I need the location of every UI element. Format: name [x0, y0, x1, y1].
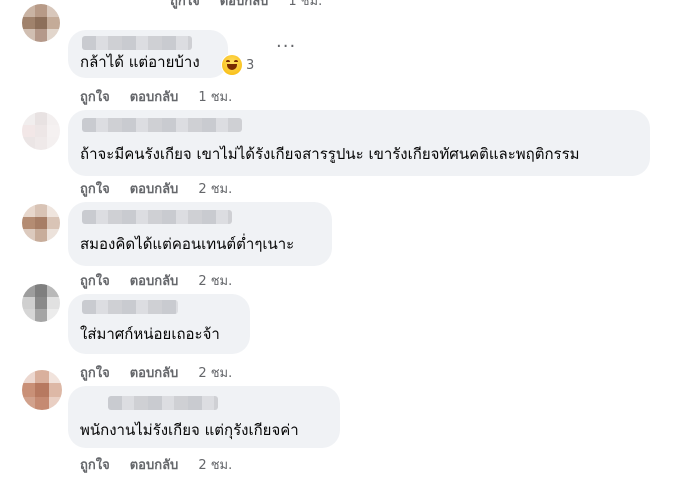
comment-bubble: กล้าได้ แต่อายบ้าง — [68, 30, 228, 78]
author-name-blurred[interactable] — [108, 396, 218, 410]
like-link[interactable]: ถูกใจ — [170, 0, 200, 9]
comment-text: พนักงานไม่รังเกียจ แต่กุรังเกียจค่า — [80, 421, 299, 439]
comment-text: ใส่มาศก์หน่อยเถอะจ้า — [80, 325, 220, 343]
reaction-summary[interactable]: 3 — [222, 55, 254, 75]
timestamp[interactable]: 2 ชม. — [198, 458, 232, 473]
timestamp[interactable]: 1 ชม. — [288, 0, 322, 9]
reply-link[interactable]: ตอบกลับ — [220, 0, 269, 9]
comment-actions-partial: ถูกใจ ตอบกลับ 1 ชม. — [170, 0, 342, 11]
reaction-count: 3 — [246, 57, 255, 73]
author-name-blurred[interactable] — [82, 36, 192, 50]
comment-bubble: ถ้าจะมีคนรังเกียจ เขาไม่ได้รังเกียจสารรู… — [68, 110, 650, 176]
timestamp[interactable]: 1 ชม. — [198, 90, 232, 105]
comment-bubble: ใส่มาศก์หน่อยเถอะจ้า — [68, 294, 250, 354]
comment-bubble: พนักงานไม่รังเกียจ แต่กุรังเกียจค่า — [68, 386, 340, 448]
author-name-blurred[interactable] — [82, 300, 178, 314]
laughing-emoji-icon — [222, 55, 242, 75]
timestamp[interactable]: 2 ชม. — [198, 182, 232, 197]
avatar[interactable] — [22, 204, 60, 242]
like-link[interactable]: ถูกใจ — [80, 366, 110, 381]
timestamp[interactable]: 2 ชม. — [198, 274, 232, 289]
avatar[interactable] — [22, 4, 60, 42]
comment-text: ถ้าจะมีคนรังเกียจ เขาไม่ได้รังเกียจสารรู… — [80, 145, 580, 163]
comment-actions: ถูกใจ ตอบกลับ 2 ชม. — [80, 178, 252, 199]
comment-actions: ถูกใจ ตอบกลับ 1 ชม. — [80, 86, 252, 107]
avatar[interactable] — [22, 112, 60, 150]
reply-link[interactable]: ตอบกลับ — [130, 458, 179, 473]
reply-link[interactable]: ตอบกลับ — [130, 366, 179, 381]
author-name-blurred[interactable] — [82, 210, 232, 224]
comment-actions: ถูกใจ ตอบกลับ 2 ชม. — [80, 454, 252, 475]
reply-link[interactable]: ตอบกลับ — [130, 182, 179, 197]
avatar[interactable] — [22, 284, 60, 322]
avatar[interactable] — [22, 370, 62, 410]
comment-text: สมองคิดได้แต่คอนเทนต์ต่ำๆเนาะ — [80, 235, 295, 253]
comment-thread: { "top_partial": {"like": "ถูกใจ", "repl… — [0, 0, 676, 479]
reply-link[interactable]: ตอบกลับ — [130, 274, 179, 289]
more-horizontal-icon[interactable]: ··· — [276, 36, 296, 57]
like-link[interactable]: ถูกใจ — [80, 458, 110, 473]
comment-bubble: สมองคิดได้แต่คอนเทนต์ต่ำๆเนาะ — [68, 202, 332, 266]
like-link[interactable]: ถูกใจ — [80, 90, 110, 105]
author-name-blurred[interactable] — [82, 118, 242, 132]
timestamp[interactable]: 2 ชม. — [198, 366, 232, 381]
like-link[interactable]: ถูกใจ — [80, 274, 110, 289]
comment-text: กล้าได้ แต่อายบ้าง — [80, 53, 200, 71]
reply-link[interactable]: ตอบกลับ — [130, 90, 179, 105]
comment-actions: ถูกใจ ตอบกลับ 2 ชม. — [80, 362, 252, 383]
comment-actions: ถูกใจ ตอบกลับ 2 ชม. — [80, 270, 252, 291]
like-link[interactable]: ถูกใจ — [80, 182, 110, 197]
